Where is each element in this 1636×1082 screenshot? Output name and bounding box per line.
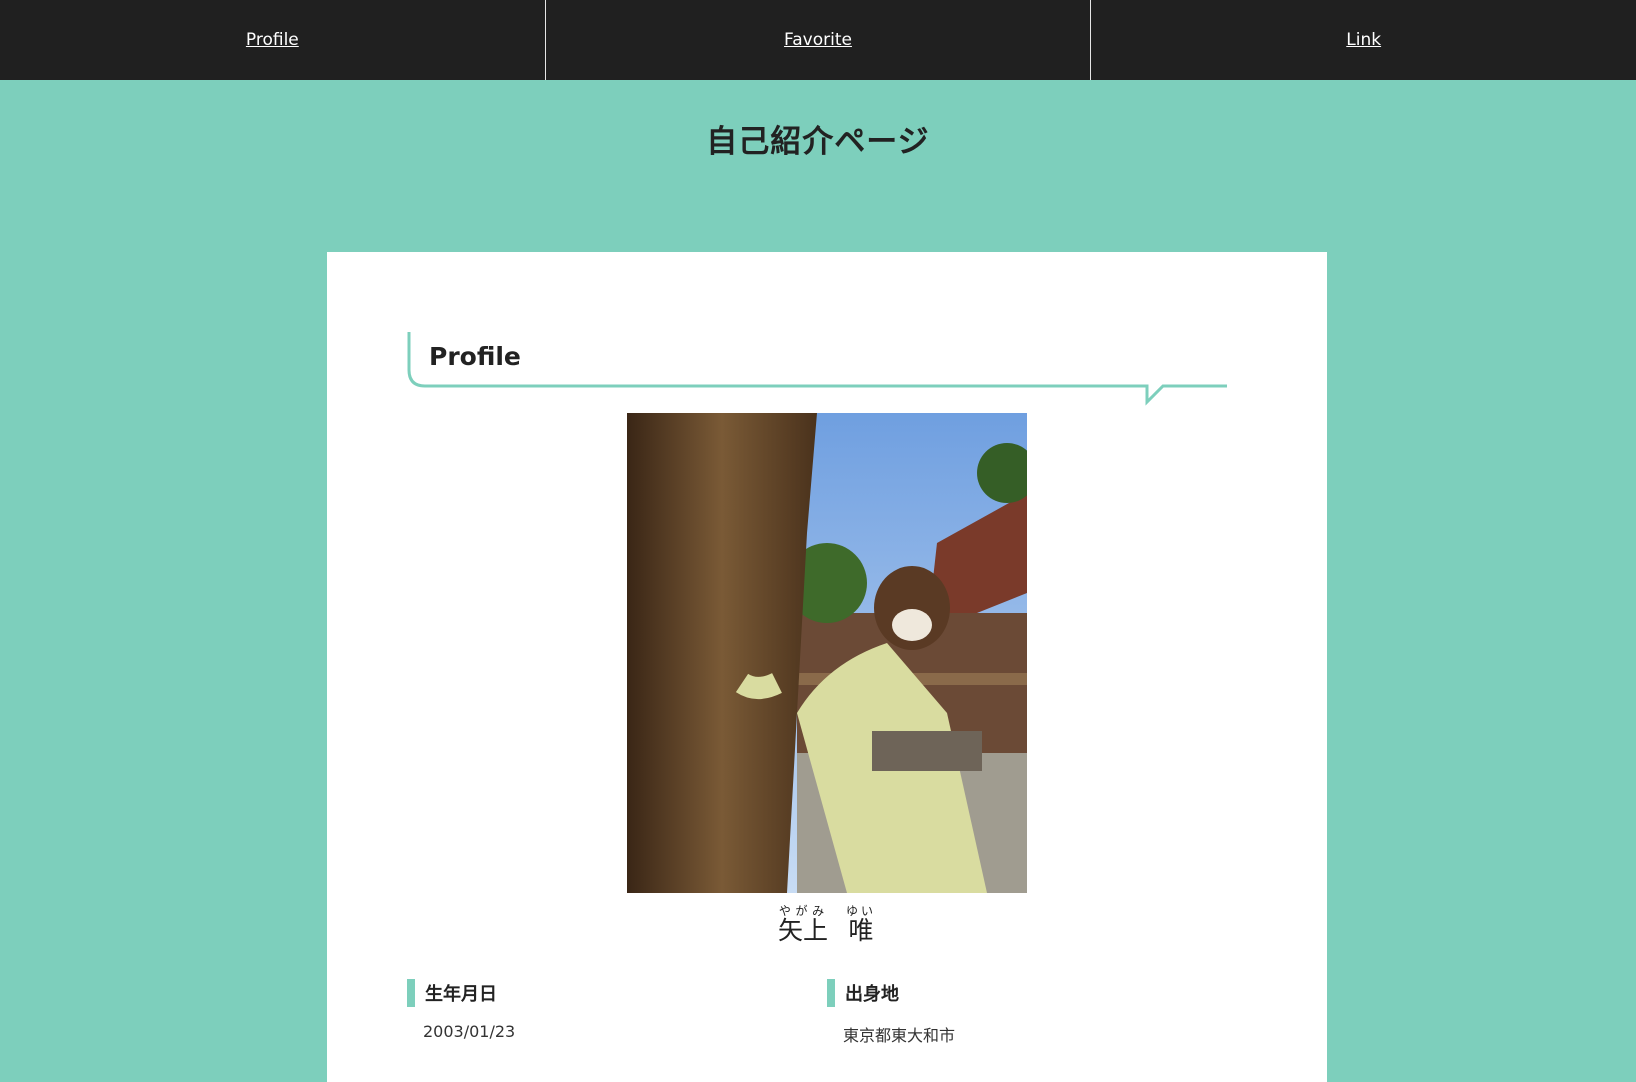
profile-section-heading: Profile	[407, 332, 1247, 406]
nav-link-favorite[interactable]: Favorite	[546, 0, 1092, 80]
given-name: 唯ゆい	[846, 904, 877, 945]
profile-name: 矢上やがみ唯ゆい	[327, 904, 1327, 947]
profile-card: Profile 矢上やがみ唯ゆい 生年月日 2003/01/23 出身地 東京都…	[327, 252, 1327, 1082]
top-nav: Profile Favorite Link	[0, 0, 1636, 80]
accent-bar	[827, 979, 835, 1007]
family-name: 矢上やがみ	[777, 904, 828, 945]
given-name-reading: ゆい	[846, 904, 877, 918]
field-value-birthdate: 2003/01/23	[423, 1022, 516, 1041]
section-title: Profile	[429, 342, 521, 371]
field-label-hometown: 出身地	[845, 984, 899, 1005]
speech-bubble-outline	[407, 332, 1227, 406]
family-name-reading: やがみ	[777, 904, 828, 918]
portrait-photo-icon	[627, 413, 1027, 893]
field-label-birthdate: 生年月日	[425, 984, 497, 1005]
profile-photo	[627, 413, 1027, 893]
page-title: 自己紹介ページ	[706, 124, 930, 160]
nav-link-link[interactable]: Link	[1091, 0, 1636, 80]
info-hometown: 出身地 東京都東大和市	[827, 979, 1227, 1046]
info-birthdate: 生年月日 2003/01/23	[407, 979, 807, 1041]
accent-bar	[407, 979, 415, 1007]
field-value-hometown: 東京都東大和市	[843, 1026, 956, 1045]
nav-link-profile[interactable]: Profile	[0, 0, 546, 80]
